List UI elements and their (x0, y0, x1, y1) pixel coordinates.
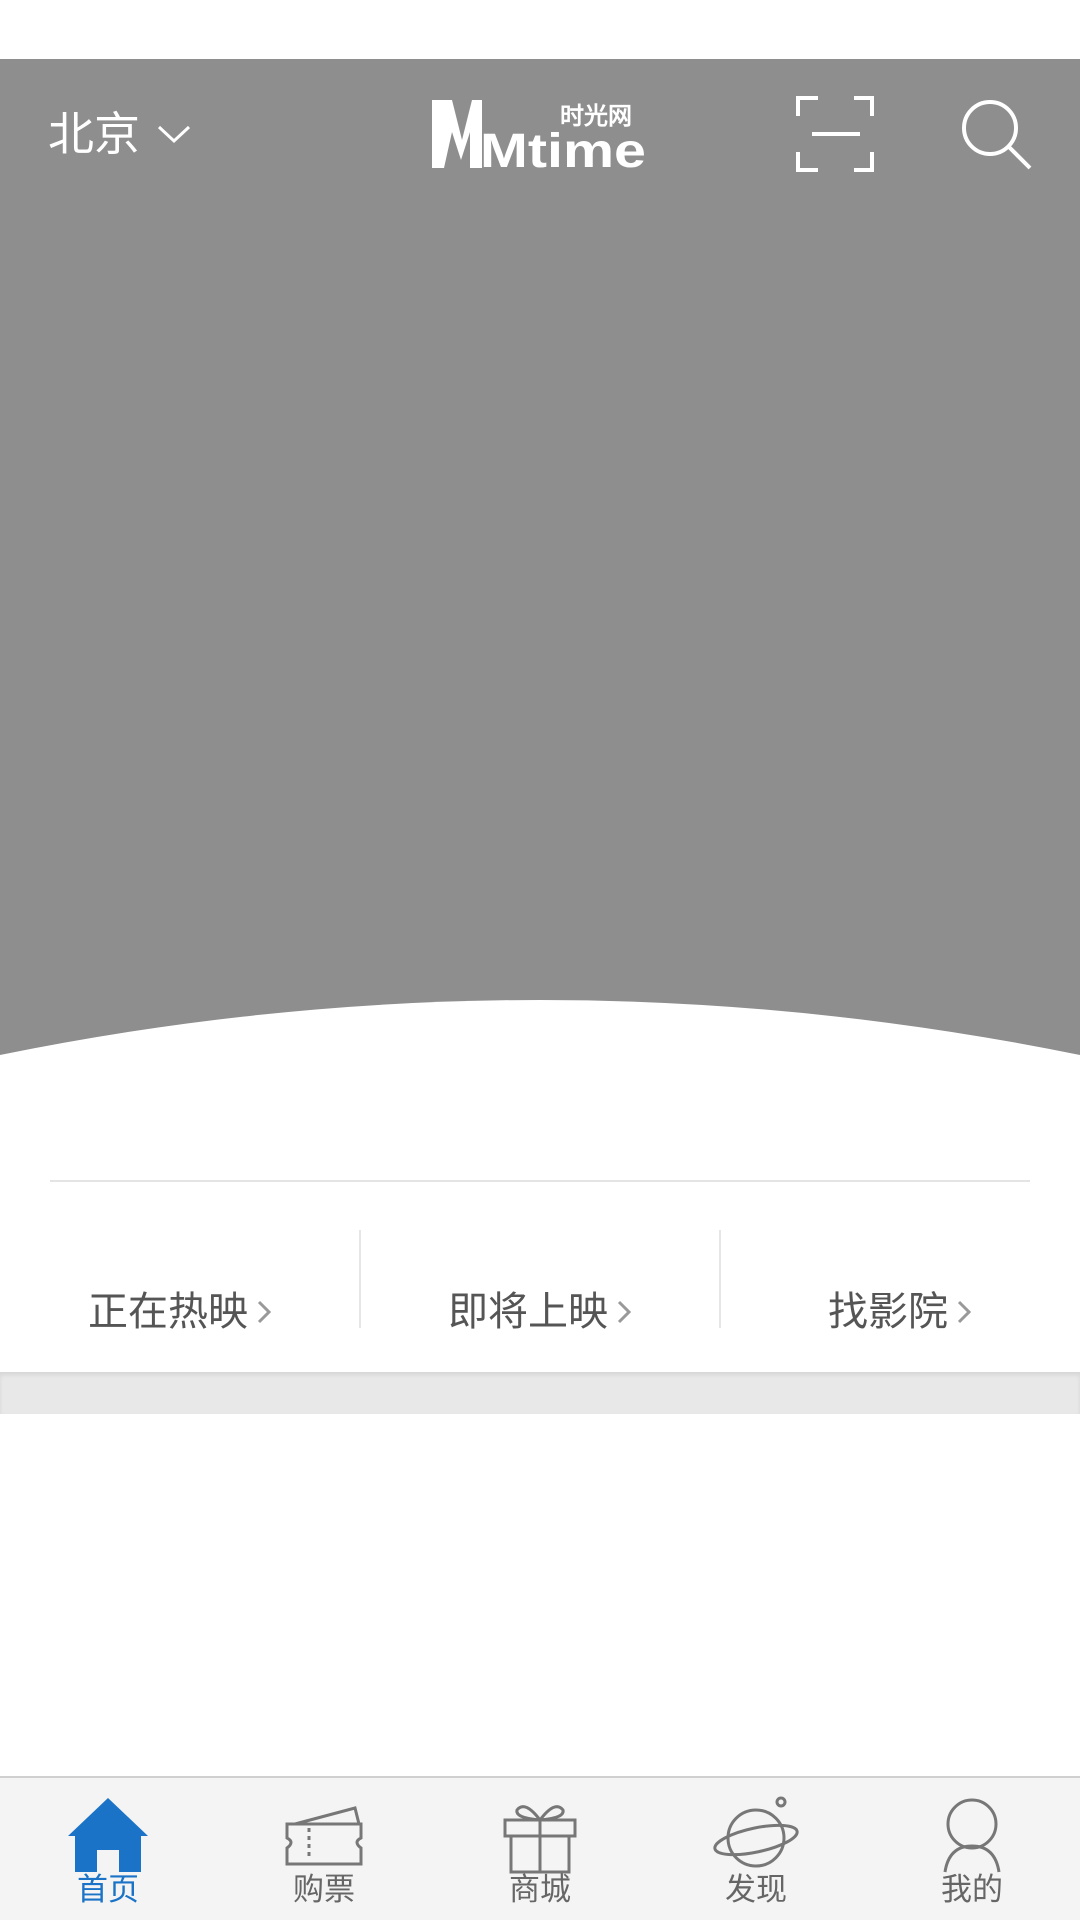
mtime-logo: Mtime 时光网 (430, 98, 650, 170)
vertical-separator (719, 1230, 721, 1328)
nav-discover-label: 发现 (725, 1872, 787, 1908)
now-showing-link[interactable]: 正在热映 (0, 1182, 360, 1372)
coming-soon-link[interactable]: 即将上映 (360, 1182, 720, 1372)
nav-mine-label: 我的 (941, 1872, 1003, 1908)
chevron-down-icon (157, 125, 191, 144)
app-root: 北京 Mtime 时光网 正在热映 即将上映 找影院 首页 购票 商城 发现 我… (0, 0, 1080, 1920)
home-icon (68, 1798, 148, 1872)
status-bar (0, 0, 1080, 59)
chevron-right-icon (957, 1300, 972, 1324)
bottom-nav: 首页 购票 商城 发现 我的 (0, 1776, 1080, 1920)
user-icon (943, 1798, 1001, 1873)
chevron-right-icon (257, 1300, 272, 1324)
now-showing-label: 正在热映 (88, 1289, 248, 1335)
ticket-icon (285, 1806, 363, 1866)
nav-mine[interactable]: 我的 (864, 1778, 1080, 1920)
coming-soon-label: 即将上映 (448, 1289, 608, 1335)
nav-home-label: 首页 (77, 1872, 139, 1908)
nav-discover[interactable]: 发现 (648, 1778, 864, 1920)
banner-curve (0, 1000, 1080, 1140)
planet-icon (713, 1796, 799, 1868)
find-cinema-label: 找影院 (828, 1289, 948, 1335)
scan-icon (796, 96, 874, 172)
section-separator (0, 1372, 1080, 1414)
nav-home[interactable]: 首页 (0, 1778, 216, 1920)
search-button[interactable] (960, 98, 1034, 172)
vertical-separator (359, 1230, 361, 1328)
city-label: 北京 (48, 107, 140, 161)
logo-subtitle-text: 时光网 (560, 102, 632, 130)
find-cinema-link[interactable]: 找影院 (720, 1182, 1080, 1372)
quick-links: 正在热映 即将上映 找影院 (0, 1182, 1080, 1372)
scan-button[interactable] (796, 94, 876, 174)
gift-icon (503, 1805, 577, 1874)
banner[interactable] (0, 59, 1080, 1059)
nav-tickets-label: 购票 (293, 1872, 355, 1908)
logo-brand-text: Mtime (480, 125, 646, 170)
nav-tickets[interactable]: 购票 (216, 1778, 432, 1920)
search-icon (962, 100, 1032, 170)
nav-mall[interactable]: 商城 (432, 1778, 648, 1920)
chevron-right-icon (617, 1300, 632, 1324)
nav-mall-label: 商城 (509, 1872, 571, 1908)
city-selector[interactable]: 北京 (48, 104, 192, 164)
